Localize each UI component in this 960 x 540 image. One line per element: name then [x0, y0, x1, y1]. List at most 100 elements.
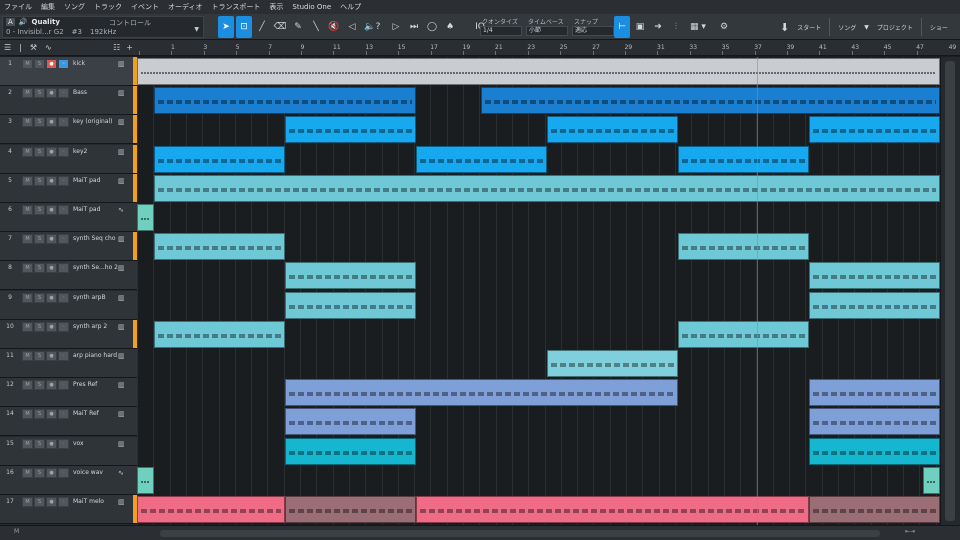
- monitor-button[interactable]: ◦: [58, 263, 69, 274]
- solo-button[interactable]: S: [34, 146, 45, 157]
- track-name[interactable]: MaiT pad: [73, 206, 119, 213]
- mute-button[interactable]: M: [22, 234, 33, 245]
- paint-tool-icon[interactable]: ╲: [308, 16, 324, 38]
- monitor-button[interactable]: ◦: [58, 205, 69, 215]
- midi-event[interactable]: [154, 145, 285, 173]
- menu-item[interactable]: 編集: [41, 2, 55, 12]
- quantize-value[interactable]: 1/4: [480, 26, 522, 36]
- solo-button[interactable]: S: [34, 205, 45, 215]
- record-button[interactable]: ●: [46, 292, 57, 303]
- midi-event[interactable]: [809, 496, 940, 523]
- scroll-thumb[interactable]: [160, 530, 880, 537]
- mute-button[interactable]: M: [22, 146, 33, 157]
- mute-button[interactable]: M: [22, 88, 33, 99]
- vertical-scrollbar[interactable]: [940, 57, 960, 525]
- track-name[interactable]: kick: [73, 60, 119, 67]
- midi-event[interactable]: [285, 116, 416, 144]
- midi-event[interactable]: [678, 320, 809, 348]
- solo-button[interactable]: S: [34, 321, 45, 332]
- solo-button[interactable]: S: [34, 380, 45, 391]
- monitor-button[interactable]: ◦: [58, 409, 69, 420]
- track-header[interactable]: 4 M S ● ◦ key2 ▥: [0, 144, 137, 174]
- menu-item[interactable]: トラック: [94, 2, 122, 12]
- solo-button[interactable]: S: [34, 292, 45, 303]
- mute-button[interactable]: M: [22, 205, 33, 215]
- record-button[interactable]: ●: [46, 351, 57, 361]
- mute-button[interactable]: M: [22, 380, 33, 391]
- solo-button[interactable]: S: [34, 263, 45, 274]
- track-header[interactable]: 12 M S ● ◦ Pres Ref ▥: [0, 378, 137, 408]
- track-header[interactable]: 7 M S ● ◦ synth Seq cho ▥: [0, 232, 137, 262]
- midi-event[interactable]: [809, 116, 940, 144]
- midi-event[interactable]: [285, 496, 416, 523]
- midi-event[interactable]: [809, 291, 940, 319]
- record-button[interactable]: ●: [46, 88, 57, 99]
- midi-event[interactable]: [481, 87, 940, 115]
- track-header[interactable]: 2 M S ● ◦ Bass ▥: [0, 86, 137, 116]
- track-header[interactable]: 8 M S ● ◦ synth Se...ho 2 ▥: [0, 261, 137, 291]
- add-track-icon[interactable]: +: [126, 43, 133, 52]
- eraser-tool-icon[interactable]: ⌫: [272, 16, 288, 38]
- track-header[interactable]: 5 M S ● ◦ MaiT pad ▥: [0, 173, 137, 203]
- menu-item[interactable]: ファイル: [4, 2, 32, 12]
- menu-item[interactable]: ヘルプ: [340, 2, 361, 12]
- track-name[interactable]: synth arpB: [73, 294, 119, 301]
- mute-button[interactable]: M: [22, 351, 33, 361]
- monitor-button[interactable]: ◦: [58, 88, 69, 99]
- solo-button[interactable]: S: [34, 59, 45, 69]
- midi-event[interactable]: [678, 233, 809, 261]
- monitor-button[interactable]: ◦: [58, 351, 69, 361]
- grid-menu-icon[interactable]: ▦ ▾: [684, 16, 712, 38]
- track-name[interactable]: synth Seq cho: [73, 235, 119, 242]
- menu-item[interactable]: オーディオ: [168, 2, 203, 12]
- transform-icon[interactable]: ▷: [388, 16, 404, 38]
- nav-project[interactable]: プロジェクト: [877, 23, 913, 32]
- midi-event[interactable]: [285, 437, 416, 465]
- record-button[interactable]: ●: [46, 321, 57, 332]
- follow-icon[interactable]: ➜: [650, 16, 666, 38]
- upload-icon[interactable]: ⬇: [780, 21, 789, 34]
- midi-event[interactable]: [137, 496, 285, 523]
- zoom-out-icon[interactable]: M: [14, 528, 19, 535]
- mute-button[interactable]: M: [22, 409, 33, 420]
- split-tool-icon[interactable]: ╱: [254, 16, 270, 38]
- monitor-button[interactable]: ◦: [58, 117, 69, 128]
- audio-event[interactable]: [923, 466, 940, 494]
- midi-event[interactable]: [809, 437, 940, 465]
- monitor-button[interactable]: ◦: [58, 380, 69, 391]
- track-header[interactable]: 14 M S ● ◦ MaiT Ref ▥: [0, 407, 137, 437]
- track-name[interactable]: voice wav: [73, 469, 119, 476]
- solo-button[interactable]: S: [34, 438, 45, 449]
- bend-tool-icon[interactable]: ◁: [344, 16, 360, 38]
- midi-event[interactable]: [154, 174, 940, 202]
- menu-item[interactable]: Studio One: [292, 3, 331, 11]
- record-button[interactable]: ●: [46, 263, 57, 274]
- nav-song[interactable]: ソング: [838, 23, 856, 32]
- midi-event[interactable]: [416, 145, 547, 173]
- horizontal-scrollbar[interactable]: M ⇤⇥: [0, 525, 960, 540]
- list-menu-icon[interactable]: ☰: [4, 43, 11, 52]
- monitor-button[interactable]: ◦: [58, 59, 69, 69]
- track-name[interactable]: Bass: [73, 89, 119, 96]
- record-button[interactable]: ●: [46, 467, 57, 478]
- automation-icon[interactable]: ∿: [45, 43, 52, 52]
- split-screen-icon[interactable]: ⫶: [668, 16, 684, 38]
- quantize-select[interactable]: クオンタイズ 1/4: [480, 16, 522, 38]
- scroll-thumb[interactable]: [945, 61, 955, 521]
- arrow-tool-icon[interactable]: ➤: [218, 16, 234, 38]
- track-name[interactable]: vox: [73, 440, 119, 447]
- solo-button[interactable]: S: [34, 88, 45, 99]
- midi-event[interactable]: [416, 496, 809, 523]
- solo-button[interactable]: S: [34, 175, 45, 186]
- solo-button[interactable]: S: [34, 467, 45, 478]
- mute-button[interactable]: M: [22, 117, 33, 128]
- monitor-button[interactable]: ◦: [58, 234, 69, 245]
- midi-event[interactable]: [285, 262, 416, 290]
- mute-button[interactable]: M: [22, 497, 33, 507]
- menu-item[interactable]: トランスポート: [212, 2, 261, 12]
- metronome-icon[interactable]: ♠: [442, 16, 458, 38]
- snap-toggle-icon[interactable]: ⊢: [614, 16, 630, 38]
- loop-icon[interactable]: ◯: [424, 16, 440, 38]
- mute-button[interactable]: M: [22, 263, 33, 274]
- solo-button[interactable]: S: [34, 409, 45, 420]
